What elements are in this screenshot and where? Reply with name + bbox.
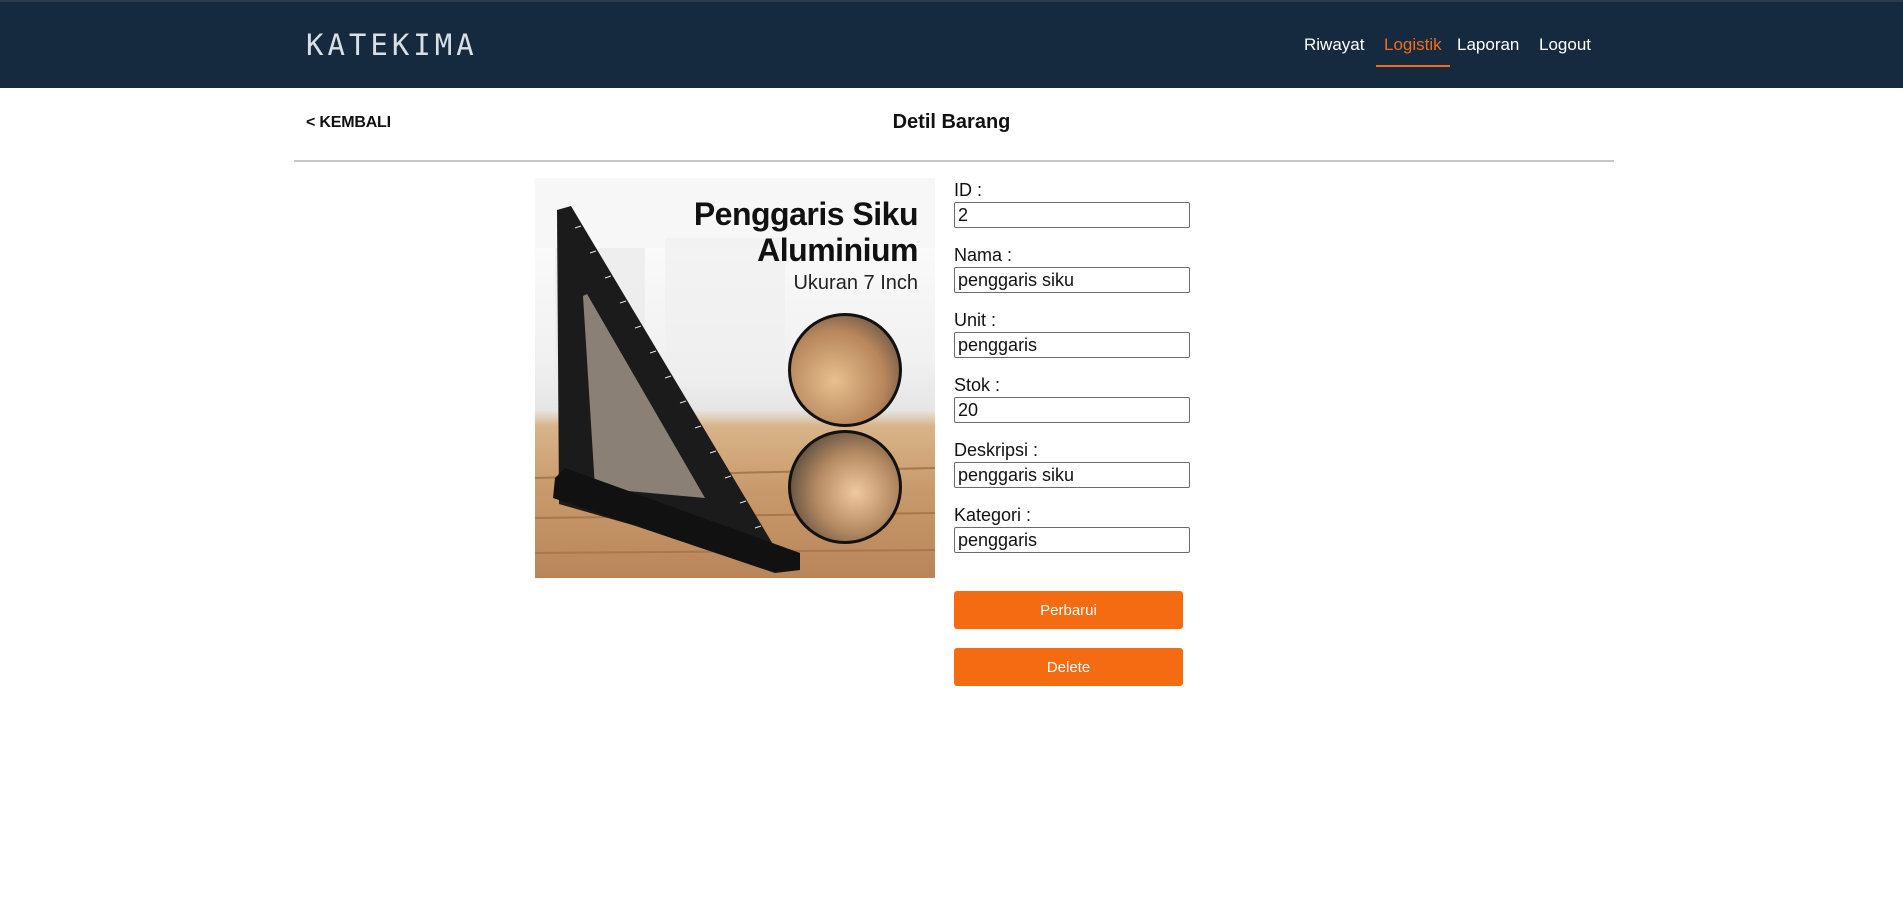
header-divider [294, 160, 1614, 162]
top-navbar: KATEKIMA Riwayat Logistik Laporan Logout [0, 0, 1903, 88]
main-nav: Riwayat Logistik Laporan Logout [0, 34, 1903, 64]
nav-logistik[interactable]: Logistik [1384, 34, 1442, 56]
nav-laporan[interactable]: Laporan [1457, 34, 1519, 56]
field-stok: Stok : [954, 375, 1194, 423]
unit-input[interactable] [954, 332, 1190, 358]
field-kategori: Kategori : [954, 505, 1194, 553]
field-nama-label: Nama : [954, 245, 1013, 265]
nav-riwayat[interactable]: Riwayat [1304, 34, 1364, 56]
field-deskripsi-label: Deskripsi : [954, 440, 1039, 460]
usage-photo-2 [788, 430, 902, 544]
field-id-label: ID : [954, 180, 983, 200]
field-kategori-label: Kategori : [954, 505, 1032, 525]
stok-input[interactable] [954, 397, 1190, 423]
nama-input[interactable] [954, 267, 1190, 293]
id-input[interactable] [954, 202, 1190, 228]
active-nav-indicator [1376, 65, 1450, 67]
product-image: Penggaris Siku Aluminium Ukuran 7 Inch [535, 178, 935, 578]
delete-button[interactable]: Delete [954, 648, 1183, 686]
field-nama: Nama : [954, 245, 1194, 293]
field-unit: Unit : [954, 310, 1194, 358]
nav-logout[interactable]: Logout [1539, 34, 1591, 56]
page-title: Detil Barang [892, 111, 1011, 133]
field-stok-label: Stok : [954, 375, 1001, 395]
field-deskripsi: Deskripsi : [954, 440, 1194, 488]
product-image-title: Penggaris Siku Aluminium [693, 196, 919, 268]
deskripsi-input[interactable] [954, 462, 1190, 488]
product-image-subtitle: Ukuran 7 Inch [793, 272, 918, 294]
update-button[interactable]: Perbarui [954, 591, 1183, 629]
usage-photo-1 [788, 313, 902, 427]
field-unit-label: Unit : [954, 310, 997, 330]
kategori-input[interactable] [954, 527, 1190, 553]
field-id: ID : [954, 180, 1194, 228]
